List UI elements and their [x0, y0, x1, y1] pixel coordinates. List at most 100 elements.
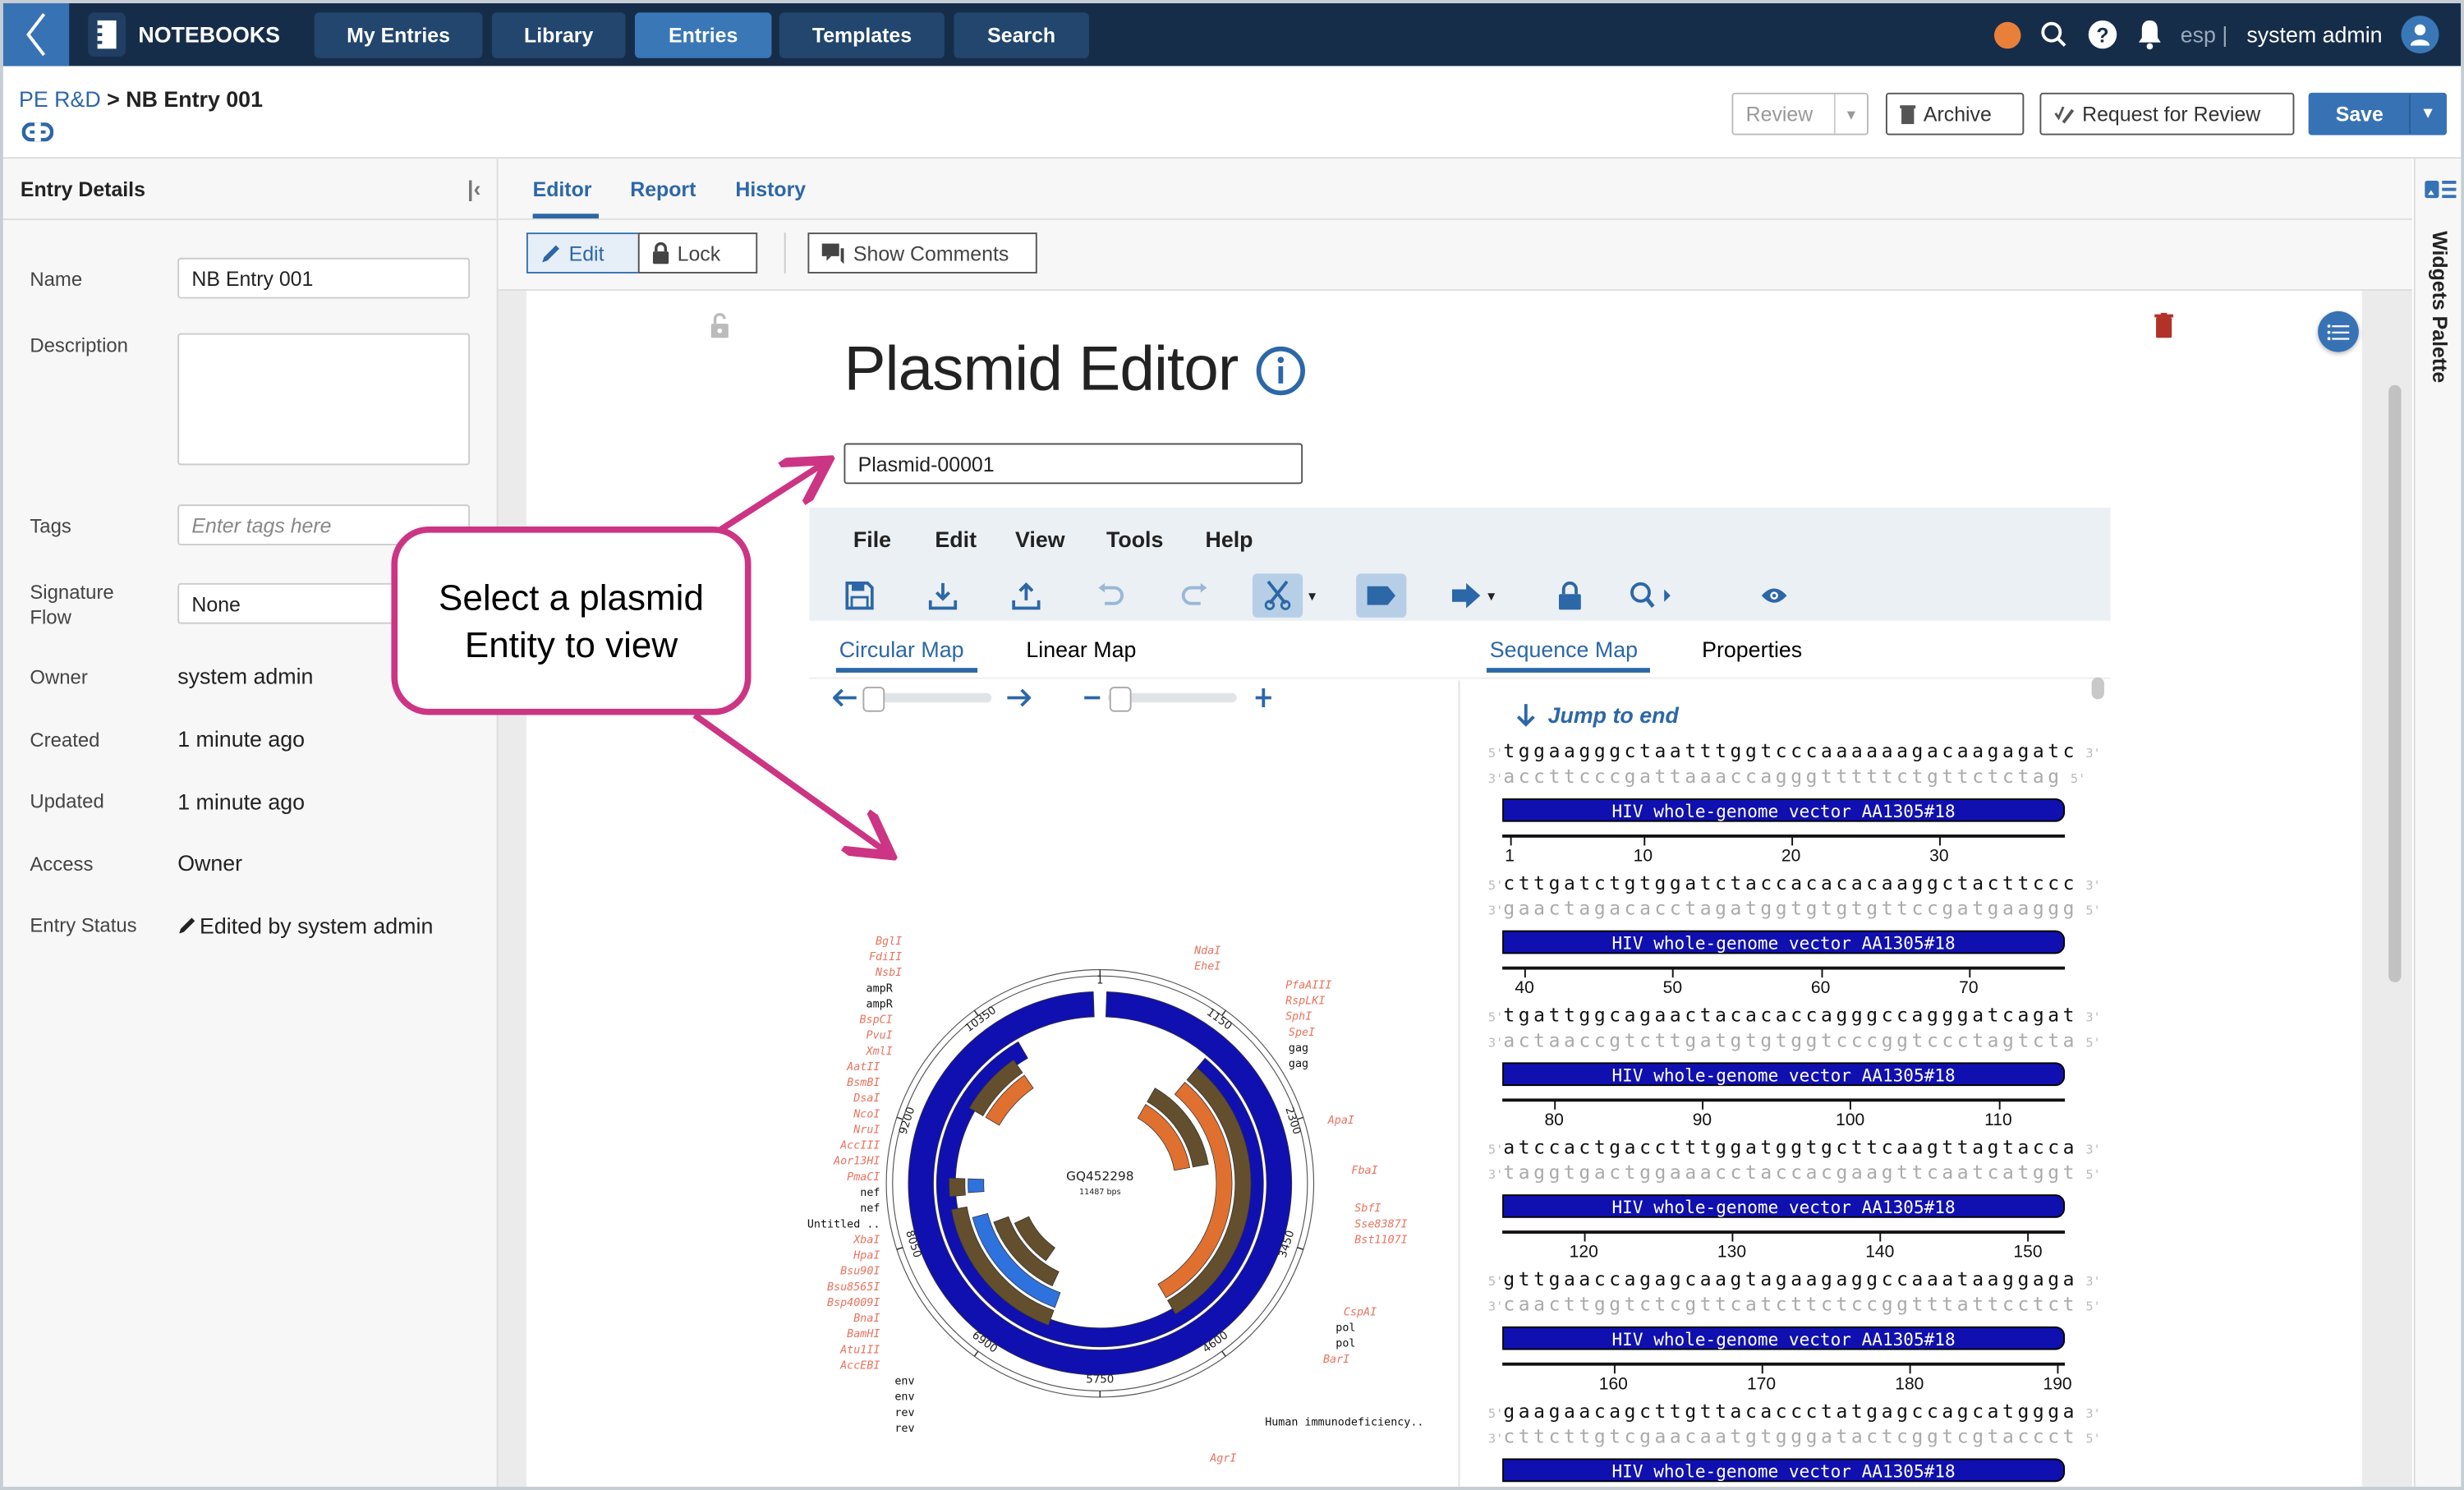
- feature-bar[interactable]: HIV whole-genome vector AA1305#18: [1502, 798, 2066, 822]
- tab-report[interactable]: Report: [630, 177, 696, 201]
- forward-strand[interactable]: 5'tgattggcagaactacacaccagggccagggatcagat…: [1488, 1005, 2101, 1027]
- lock-button[interactable]: Lock: [637, 232, 758, 274]
- download-icon[interactable]: [921, 573, 965, 618]
- search-icon[interactable]: [1623, 573, 1680, 618]
- undo-icon[interactable]: [1089, 573, 1133, 618]
- user-name[interactable]: system admin: [2246, 22, 2382, 48]
- ruler-tick-label: 30: [1929, 847, 1949, 867]
- plasmid-menubar: File Edit View Tools Help ▼ ▼: [809, 507, 2111, 621]
- review-dropdown-icon[interactable]: ▼: [1833, 94, 1867, 134]
- circular-map[interactable]: 11150230034504600575069008050920010350GQ…: [802, 919, 1462, 1487]
- search-icon[interactable]: [2039, 21, 2067, 48]
- breadcrumb-parent[interactable]: PE R&D: [19, 86, 101, 112]
- description-field[interactable]: [177, 333, 471, 466]
- info-icon[interactable]: [1255, 346, 1305, 396]
- enzyme-label: Bsu8565I: [827, 1281, 880, 1294]
- request-review-button[interactable]: Request for Review: [2039, 92, 2295, 136]
- tab-circular-map[interactable]: Circular Map: [839, 637, 964, 662]
- review-label: Review: [1745, 102, 1814, 126]
- sequence-scrollbar[interactable]: [2091, 677, 2104, 700]
- link-icon[interactable]: [21, 122, 54, 142]
- edit-label: Edit: [568, 241, 605, 265]
- forward-strand[interactable]: 5'gaagaacagcttgttacaccctatgagccagcatggga…: [1488, 1400, 2101, 1423]
- reverse-strand[interactable]: 3'caacttggtctcgttcatcttctccggtttattcctct…: [1488, 1294, 2101, 1316]
- ruler-tick-label: 1: [1505, 847, 1515, 867]
- reverse-strand[interactable]: 3'gaactagacacctagatggtgtgtgttccgatgaaggg…: [1488, 897, 2101, 919]
- cut-site-dropdown-icon[interactable]: ▼: [1303, 573, 1322, 618]
- owner-label: Owner: [30, 666, 88, 689]
- widgets-palette-rail[interactable]: Widgets Palette: [2413, 159, 2462, 1487]
- nav-my-entries[interactable]: My Entries: [314, 12, 483, 58]
- jump-to-end-label: Jump to end: [1547, 702, 1679, 728]
- reverse-strand[interactable]: 3'actaaccgtcttgatgtgtggtcccggtccctagtcta…: [1488, 1029, 2101, 1051]
- widgets-palette-label[interactable]: Widgets Palette: [2428, 231, 2452, 383]
- menu-edit[interactable]: Edit: [935, 527, 977, 552]
- rotate-left-icon[interactable]: [833, 688, 858, 707]
- canvas-scrollbar[interactable]: [2388, 384, 2402, 982]
- lock-icon[interactable]: [1548, 573, 1593, 618]
- rotation-slider-handle[interactable]: [862, 687, 885, 712]
- reverse-strand[interactable]: 3'cttcttgtcgaacaatgtgggatactcggtcgtaccct…: [1488, 1425, 2101, 1447]
- zoom-in-icon[interactable]: [1254, 687, 1273, 709]
- nav-templates[interactable]: Templates: [779, 12, 945, 58]
- menu-file[interactable]: File: [853, 527, 891, 552]
- reverse-strand[interactable]: 3'accttcccgattaaaccagggtttttctgttctctag …: [1488, 766, 2085, 788]
- feature-bar[interactable]: HIV whole-genome vector AA1305#18: [1502, 930, 2066, 954]
- back-button[interactable]: [2, 2, 70, 67]
- rotate-right-icon[interactable]: [1006, 688, 1032, 707]
- nav-search[interactable]: Search: [954, 12, 1089, 58]
- avatar[interactable]: [2401, 16, 2439, 54]
- menu-tools[interactable]: Tools: [1106, 527, 1163, 552]
- review-button[interactable]: Review ▼: [1731, 92, 1869, 136]
- help-icon[interactable]: ?: [2086, 19, 2117, 50]
- show-comments-button[interactable]: Show Comments: [807, 232, 1037, 274]
- feature-bar[interactable]: HIV whole-genome vector AA1305#18: [1502, 1326, 2066, 1350]
- widgets-palette-icon[interactable]: [2425, 181, 2457, 200]
- menu-help[interactable]: Help: [1206, 527, 1253, 552]
- pencil-icon: [542, 244, 559, 262]
- cut-site-icon[interactable]: [1252, 573, 1303, 618]
- enzyme-label: PvuI: [867, 1030, 893, 1042]
- tab-properties[interactable]: Properties: [1702, 637, 1802, 662]
- upload-icon[interactable]: [1004, 573, 1049, 618]
- plasmid-entity-select[interactable]: Plasmid-00001: [844, 443, 1303, 485]
- orf-dropdown-icon[interactable]: ▼: [1482, 573, 1501, 618]
- delete-widget-icon[interactable]: [2154, 312, 2174, 338]
- nav-library[interactable]: Library: [491, 12, 626, 58]
- forward-strand[interactable]: 5'atccactgacctttggatggtgcttcaagttagtacca…: [1488, 1136, 2101, 1158]
- forward-strand[interactable]: 5'gttgaaccagagcaagtagaagaggccaaataaggaga…: [1488, 1268, 2101, 1290]
- tab-linear-map[interactable]: Linear Map: [1026, 637, 1136, 662]
- save-icon[interactable]: [838, 573, 882, 618]
- feature-icon[interactable]: [1356, 573, 1407, 618]
- top-nav: NOTEBOOKS My Entries Library Entries Tem…: [2, 2, 2462, 67]
- feature-bar[interactable]: HIV whole-genome vector AA1305#18: [1502, 1194, 2066, 1218]
- archive-button[interactable]: Archive: [1885, 92, 2025, 136]
- tab-sequence-map[interactable]: Sequence Map: [1490, 637, 1638, 662]
- unlock-icon[interactable]: [710, 312, 729, 338]
- zoom-out-icon[interactable]: [1083, 688, 1101, 707]
- tab-history[interactable]: History: [735, 177, 806, 201]
- tab-editor[interactable]: Editor: [533, 177, 592, 201]
- bell-icon[interactable]: [2136, 19, 2162, 50]
- language-label[interactable]: esp |: [2181, 22, 2228, 48]
- save-button[interactable]: Save ▼: [2308, 92, 2448, 136]
- zoom-slider-handle[interactable]: [1109, 687, 1132, 712]
- nav-entries[interactable]: Entries: [634, 12, 772, 58]
- edit-button[interactable]: Edit: [526, 232, 640, 274]
- forward-strand[interactable]: 5'tggaagggctaatttggtcccaaaaaagacaagagatc…: [1488, 740, 2101, 762]
- ruler-tick-label: 160: [1598, 1375, 1628, 1395]
- widget-list-button[interactable]: [2318, 310, 2359, 352]
- redo-icon[interactable]: [1172, 573, 1216, 618]
- feature-bar[interactable]: HIV whole-genome vector AA1305#18: [1502, 1062, 2066, 1087]
- status-indicator[interactable]: [1993, 21, 2020, 48]
- collapse-panel-icon[interactable]: |‹: [467, 176, 480, 201]
- save-dropdown-icon[interactable]: ▼: [2409, 94, 2445, 134]
- menu-view[interactable]: View: [1015, 527, 1065, 552]
- reverse-strand[interactable]: 3'taggtgactggaaacctaccacgaagttcaatcatggt…: [1488, 1161, 2101, 1184]
- brand[interactable]: NOTEBOOKS: [88, 12, 280, 57]
- eye-icon[interactable]: [1752, 573, 1796, 618]
- jump-to-end-link[interactable]: Jump to end: [1516, 702, 1679, 728]
- forward-strand[interactable]: 5'cttgatctgtggatctaccacacacaaggctacttccc…: [1488, 872, 2101, 894]
- feature-bar[interactable]: HIV whole-genome vector AA1305#18: [1502, 1458, 2066, 1483]
- name-field[interactable]: NB Entry 001: [177, 257, 471, 299]
